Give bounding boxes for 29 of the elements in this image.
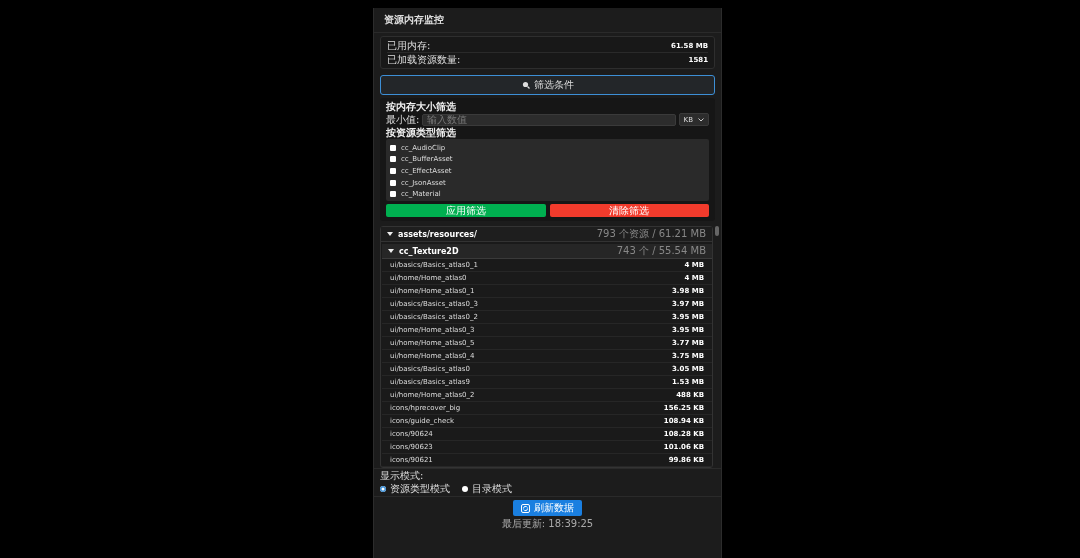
checkbox[interactable] <box>390 156 396 163</box>
mode-label: 显示模式: <box>380 470 425 482</box>
scrollbar[interactable] <box>715 226 719 236</box>
radio-label: 资源类型模式 <box>390 481 450 496</box>
last-updated: 最后更新: 18:39:25 <box>501 517 594 531</box>
folder-header[interactable]: assets/resources/ 793 个资源 / 61.21 MB <box>381 227 712 242</box>
checkbox[interactable] <box>390 191 396 198</box>
panel-title: 资源内存监控 <box>374 8 721 33</box>
stat-label: 已用内存: <box>387 38 431 53</box>
checkbox[interactable] <box>390 168 396 174</box>
radio-button[interactable] <box>380 485 386 492</box>
field-label: 最小值: <box>386 112 420 127</box>
clear-filter-button[interactable]: 清除筛选 <box>549 204 709 217</box>
radio-button[interactable] <box>462 485 468 492</box>
min-value-field[interactable]: 输入数值 <box>422 113 676 126</box>
radio-label: 目录模式 <box>472 481 512 496</box>
section-heading: 按内存大小筛选 <box>386 100 457 113</box>
search-icon <box>521 81 530 89</box>
caret-icon <box>387 231 393 237</box>
refresh-icon <box>521 503 530 513</box>
section-heading: 按资源类型筛选 <box>386 126 457 139</box>
group-header[interactable]: cc_Texture2D 743 个 / 55.54 MB <box>382 244 712 259</box>
filter-toggle-button[interactable]: 筛选条件 <box>380 75 715 95</box>
checkbox[interactable] <box>390 144 396 151</box>
refresh-button[interactable]: 刷新数据 <box>513 500 582 516</box>
caret-icon <box>388 248 394 254</box>
stat-label: 已加载资源数量: <box>387 52 461 67</box>
chevron-icon <box>698 117 704 122</box>
checkbox[interactable] <box>390 179 396 186</box>
